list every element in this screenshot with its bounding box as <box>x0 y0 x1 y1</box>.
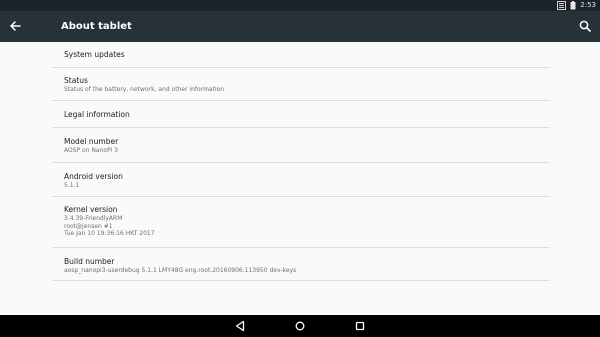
item-title: Android version <box>64 172 123 181</box>
item-summary: root@jensen #1 <box>64 222 113 230</box>
status-bar: 2:53 <box>0 0 600 11</box>
item-summary: AOSP on NanoPi 3 <box>64 147 118 154</box>
list-item-legal-information[interactable]: Legal information <box>52 101 549 128</box>
item-summary: aosp_nanopi3-userdebug 5.1.1 LMY48G eng.… <box>64 267 297 274</box>
list-item-model-number[interactable]: Model number AOSP on NanoPi 3 <box>52 128 549 163</box>
recents-square-icon[interactable] <box>354 320 366 332</box>
item-title: Legal information <box>64 110 130 119</box>
list-item-system-updates[interactable]: System updates <box>52 42 549 68</box>
item-title: Kernel version <box>64 205 118 214</box>
item-summary: Tue Jan 10 19:36:16 HKT 2017 <box>64 230 155 237</box>
item-summary: 5.1.1 <box>64 182 80 189</box>
item-summary: Status of the battery, network, and othe… <box>64 86 225 93</box>
page-title: About tablet <box>61 21 132 32</box>
item-title: Model number <box>64 137 119 146</box>
item-title: System updates <box>64 50 125 59</box>
item-title: Status <box>64 76 88 85</box>
list-item-build-number[interactable]: Build number aosp_nanopi3-userdebug 5.1.… <box>52 248 549 281</box>
battery-icon <box>570 1 576 10</box>
back-triangle-icon[interactable] <box>234 320 246 332</box>
app-bar: About tablet <box>0 11 600 42</box>
back-arrow-icon[interactable] <box>8 19 22 33</box>
list-item-kernel-version[interactable]: Kernel version 3.4.39-FriendlyARM root@j… <box>52 197 549 248</box>
home-circle-icon[interactable] <box>294 320 306 332</box>
item-title: Build number <box>64 257 115 266</box>
search-icon[interactable] <box>578 19 592 33</box>
list-item-android-version[interactable]: Android version 5.1.1 <box>52 163 549 197</box>
item-summary: 3.4.39-FriendlyARM <box>64 215 123 222</box>
status-time: 2:53 <box>580 1 596 9</box>
navigation-bar <box>0 315 600 337</box>
settings-list: System updates Status Status of the batt… <box>52 42 549 281</box>
list-item-status[interactable]: Status Status of the battery, network, a… <box>52 68 549 101</box>
notification-icon <box>557 1 567 10</box>
